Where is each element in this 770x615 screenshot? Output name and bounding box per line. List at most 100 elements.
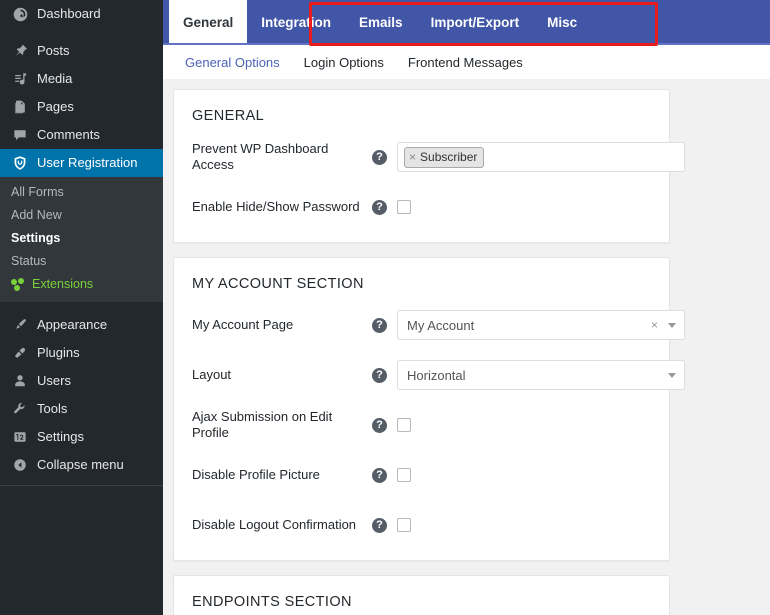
settings-content: GENERAL Prevent WP Dashboard Access ? × … <box>163 79 770 615</box>
my-account-page-select[interactable]: My Account × <box>397 310 685 340</box>
endpoints-section-title: ENDPOINTS SECTION <box>192 594 649 610</box>
plug-icon <box>9 344 31 362</box>
sidebar-item-media[interactable]: Media <box>0 65 163 93</box>
help-icon[interactable]: ? <box>372 468 387 483</box>
users-icon <box>9 372 31 390</box>
chevron-down-icon[interactable] <box>668 323 676 328</box>
field-control: × Subscriber <box>397 142 685 172</box>
field-my-account-page: My Account Page ? My Account × <box>192 308 649 342</box>
field-control <box>397 200 649 214</box>
sidebar-item-settings[interactable]: Settings <box>0 423 163 451</box>
layout-select[interactable]: Horizontal <box>397 360 685 390</box>
subnav-label: Frontend Messages <box>408 55 523 70</box>
submenu-item-add-new[interactable]: Add New <box>0 204 163 227</box>
role-tag-subscriber[interactable]: × Subscriber <box>404 147 484 168</box>
endpoints-section-card: ENDPOINTS SECTION <box>173 575 670 615</box>
field-control: My Account × <box>397 310 685 340</box>
sidebar-item-label: User Registration <box>37 149 137 177</box>
user-registration-submenu: All Forms Add New Settings Status Extens… <box>0 177 163 302</box>
help-icon[interactable]: ? <box>372 518 387 533</box>
select-value: My Account <box>407 318 651 333</box>
sidebar-item-pages[interactable]: Pages <box>0 93 163 121</box>
tab-misc[interactable]: Misc <box>533 0 591 45</box>
sidebar-item-posts[interactable]: Posts <box>0 37 163 65</box>
submenu-item-all-forms[interactable]: All Forms <box>0 181 163 204</box>
field-ajax-submission-on-edit-profile: Ajax Submission on Edit Profile ? <box>192 408 649 442</box>
help-icon[interactable]: ? <box>372 200 387 215</box>
sidebar-item-dashboard[interactable]: Dashboard <box>0 0 163 28</box>
subnav-login-options[interactable]: Login Options <box>292 55 396 70</box>
settings-subnav: General Options Login Options Frontend M… <box>163 45 770 79</box>
sidebar-item-tools[interactable]: Tools <box>0 395 163 423</box>
help-icon[interactable]: ? <box>372 150 387 165</box>
sidebar-item-label: Pages <box>37 93 74 121</box>
remove-tag-icon[interactable]: × <box>409 149 416 165</box>
dashboard-icon <box>9 5 31 23</box>
field-layout: Layout ? Horizontal <box>192 358 649 392</box>
prevent-dashboard-tag-input[interactable]: × Subscriber <box>397 142 685 172</box>
tab-general[interactable]: General <box>169 0 247 45</box>
submenu-label: Add New <box>11 207 62 224</box>
subnav-general-options[interactable]: General Options <box>173 55 292 70</box>
sidebar-item-plugins[interactable]: Plugins <box>0 339 163 367</box>
tab-bar-underline <box>163 43 770 45</box>
hide-show-password-checkbox[interactable] <box>397 200 411 214</box>
sidebar-item-user-registration[interactable]: User Registration <box>0 149 163 177</box>
sidebar-item-label: Plugins <box>37 339 80 367</box>
comment-icon <box>9 126 31 144</box>
main-area: General Integration Emails Import/Export… <box>163 0 770 615</box>
tab-label: Misc <box>547 15 577 30</box>
subnav-label: General Options <box>185 55 280 70</box>
sidebar-item-label: Comments <box>37 121 100 149</box>
submenu-label: Settings <box>11 230 60 247</box>
general-section-title: GENERAL <box>192 108 649 124</box>
tab-label: General <box>183 15 233 30</box>
field-enable-hide-show-password: Enable Hide/Show Password ? <box>192 190 649 224</box>
my-account-section-card: MY ACCOUNT SECTION My Account Page ? My … <box>173 257 670 561</box>
clear-selection-icon[interactable]: × <box>651 318 658 332</box>
sidebar-item-label: Dashboard <box>37 0 101 28</box>
sidebar-item-appearance[interactable]: Appearance <box>0 311 163 339</box>
field-prevent-wp-dashboard-access: Prevent WP Dashboard Access ? × Subscrib… <box>192 140 649 174</box>
subnav-frontend-messages[interactable]: Frontend Messages <box>396 55 535 70</box>
tab-integration[interactable]: Integration <box>247 0 345 45</box>
disable-profile-picture-checkbox[interactable] <box>397 468 411 482</box>
settings-icon <box>9 428 31 446</box>
tab-label: Emails <box>359 15 403 30</box>
help-icon[interactable]: ? <box>372 368 387 383</box>
field-disable-logout-confirmation: Disable Logout Confirmation ? <box>192 508 649 542</box>
user-registration-icon <box>9 154 31 172</box>
my-account-section-title: MY ACCOUNT SECTION <box>192 276 649 292</box>
help-icon[interactable]: ? <box>372 418 387 433</box>
sidebar-item-label: Appearance <box>37 311 107 339</box>
sidebar-item-users[interactable]: Users <box>0 367 163 395</box>
pages-icon <box>9 98 31 116</box>
field-label: Prevent WP Dashboard Access <box>192 141 372 173</box>
chevron-down-icon[interactable] <box>668 373 676 378</box>
tab-import-export[interactable]: Import/Export <box>417 0 534 45</box>
field-control <box>397 518 649 532</box>
submenu-label: All Forms <box>11 184 64 201</box>
sidebar-divider <box>0 485 163 486</box>
media-icon <box>9 70 31 88</box>
sidebar-item-comments[interactable]: Comments <box>0 121 163 149</box>
submenu-item-status[interactable]: Status <box>0 250 163 273</box>
extensions-icon <box>11 278 27 292</box>
sidebar-item-label: Users <box>37 367 71 395</box>
help-icon[interactable]: ? <box>372 318 387 333</box>
sidebar-gap <box>0 28 163 37</box>
tab-label: Integration <box>261 15 331 30</box>
wp-admin-screen: Dashboard Posts Media Pages Commen <box>0 0 770 615</box>
field-label: Ajax Submission on Edit Profile <box>192 409 372 441</box>
ajax-submission-checkbox[interactable] <box>397 418 411 432</box>
submenu-item-settings[interactable]: Settings <box>0 227 163 250</box>
sidebar-item-label: Tools <box>37 395 67 423</box>
tab-emails[interactable]: Emails <box>345 0 417 45</box>
sidebar-item-label: Settings <box>37 423 84 451</box>
collapse-arrow-icon <box>9 456 31 474</box>
disable-logout-confirmation-checkbox[interactable] <box>397 518 411 532</box>
sidebar-collapse-menu[interactable]: Collapse menu <box>0 451 163 479</box>
tab-label: Import/Export <box>431 15 520 30</box>
submenu-item-extensions[interactable]: Extensions <box>0 273 163 296</box>
sidebar-gap-2 <box>0 302 163 311</box>
